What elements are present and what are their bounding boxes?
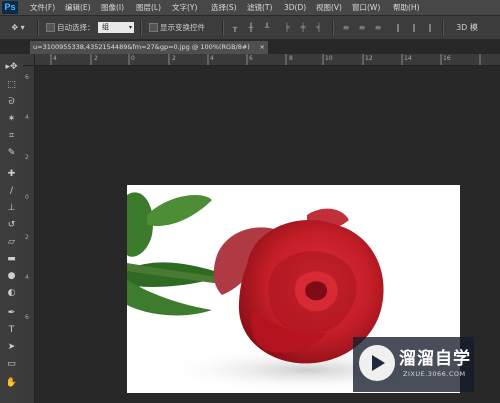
menu-select[interactable]: 选择(S) (211, 0, 237, 15)
auto-select-label: 自动选择： (57, 23, 95, 32)
distribute-left-icon[interactable]: ‖ (392, 22, 404, 33)
rectangle-icon[interactable]: ▭ (3, 357, 20, 371)
eyedropper-icon[interactable]: ✎ (3, 146, 20, 160)
align-vcenter-icon[interactable]: ╫ (245, 22, 257, 33)
menu-window[interactable]: 窗口(W) (352, 0, 380, 15)
menu-layer[interactable]: 图层(L) (136, 0, 161, 15)
menu-file[interactable]: 文件(F) (30, 0, 55, 15)
options-bar: ✥ ▾ 自动选择： 组 ▾ 显示变换控件 ╥ ╫ ╨ ╞ ╪ ╡ ≡ ≡ ≡ ‖… (0, 15, 500, 40)
horizontal-ruler[interactable]: 4 2 0 2 4 6 8 10 12 14 16 (35, 54, 500, 66)
dodge-icon[interactable]: ◐ (3, 286, 20, 300)
blur-icon[interactable]: ● (3, 269, 20, 283)
photoshop-logo: Ps (2, 1, 18, 14)
watermark-brand: 溜溜自学 (399, 349, 471, 369)
divider (442, 20, 444, 36)
healing-brush-icon[interactable]: ✚ (3, 167, 20, 181)
divider (37, 20, 39, 36)
ruler-label: 4 (25, 274, 29, 281)
marquee-icon[interactable]: ⬚ (3, 78, 20, 92)
distribute-vcenter-icon[interactable]: ≡ (356, 22, 368, 33)
ruler-label: 6 (25, 74, 29, 81)
play-icon (359, 345, 395, 381)
pen-icon[interactable]: ✒ (3, 306, 20, 320)
menu-help[interactable]: 帮助(H) (393, 0, 420, 15)
divider (332, 20, 334, 36)
align-hcenter-icon[interactable]: ╪ (297, 22, 309, 33)
document-tab[interactable]: u=3100955338,4352154489&fm=27&gp=0.jpg @… (30, 41, 268, 54)
magic-wand-icon[interactable]: ✶ (3, 112, 20, 126)
menu-view[interactable]: 视图(V) (316, 0, 342, 15)
auto-select-dropdown[interactable]: 组 ▾ (98, 22, 134, 33)
history-brush-icon[interactable]: ↺ (3, 218, 20, 232)
align-right-icon[interactable]: ╡ (313, 22, 325, 33)
menu-image[interactable]: 图像(I) (101, 0, 124, 15)
chevron-down-icon: ▾ (128, 24, 132, 31)
divider (222, 20, 224, 36)
show-transform-label: 显示变换控件 (160, 23, 205, 32)
crop-icon[interactable]: ⌗ (3, 129, 20, 143)
move-tool-preset-icon[interactable]: ✥ ▾ (6, 22, 30, 33)
ruler-label: 0 (25, 194, 29, 201)
ruler-ticks (50, 54, 481, 65)
move-icon[interactable]: ▸✥ (3, 60, 20, 74)
menu-type[interactable]: 文字(Y) (172, 0, 197, 15)
distribute-top-icon[interactable]: ≡ (340, 22, 352, 33)
distribute-hcenter-icon[interactable]: ‖ (408, 22, 420, 33)
document-title: u=3100955338,4352154489&fm=27&gp=0.jpg @… (33, 43, 250, 51)
path-select-icon[interactable]: ➤ (3, 340, 20, 354)
ruler-label: 6 (25, 314, 29, 321)
auto-select-checkbox[interactable] (46, 23, 55, 32)
show-transform-checkbox[interactable] (149, 23, 158, 32)
menu-3d[interactable]: 3D(D) (284, 0, 306, 15)
ruler-origin[interactable] (23, 54, 35, 66)
ruler-label: 2 (25, 154, 29, 161)
type-icon[interactable]: T (3, 323, 20, 337)
menu-edit[interactable]: 编辑(E) (65, 0, 91, 15)
eraser-icon[interactable]: ▱ (3, 235, 20, 249)
hand-icon[interactable]: ✋ (3, 376, 20, 390)
watermark: 溜溜自学 ZIXUE.3066.COM (353, 337, 474, 392)
ruler-label: 2 (25, 234, 29, 241)
gradient-icon[interactable]: ▬ (3, 252, 20, 266)
menu-filter[interactable]: 滤镜(T) (247, 0, 272, 15)
brush-icon[interactable]: ∕ (3, 184, 20, 198)
lasso-icon[interactable]: ᘐ (3, 95, 20, 109)
align-left-icon[interactable]: ╞ (281, 22, 293, 33)
menu-bar: Ps 文件(F) 编辑(E) 图像(I) 图层(L) 文字(Y) 选择(S) 滤… (0, 0, 500, 15)
close-icon[interactable]: × (260, 41, 265, 54)
ruler-label: 4 (25, 114, 29, 121)
align-top-icon[interactable]: ╥ (229, 22, 241, 33)
watermark-url: ZIXUE.3066.COM (403, 370, 466, 378)
3d-mode-label: 3D 模 (456, 23, 478, 32)
tools-panel: ▸✥ ⬚ ᘐ ✶ ⌗ ✎ ✚ ∕ ⊥ ↺ ▱ ▬ ● ◐ ✒ T ➤ ▭ ✋ (0, 54, 24, 403)
auto-select-value: 组 (102, 23, 109, 31)
divider (140, 20, 142, 36)
clone-stamp-icon[interactable]: ⊥ (3, 201, 20, 215)
align-bottom-icon[interactable]: ╨ (261, 22, 273, 33)
distribute-bottom-icon[interactable]: ≡ (372, 22, 384, 33)
vertical-ruler[interactable]: 6 4 2 0 2 4 6 (23, 66, 35, 403)
distribute-right-icon[interactable]: ‖ (424, 22, 436, 33)
